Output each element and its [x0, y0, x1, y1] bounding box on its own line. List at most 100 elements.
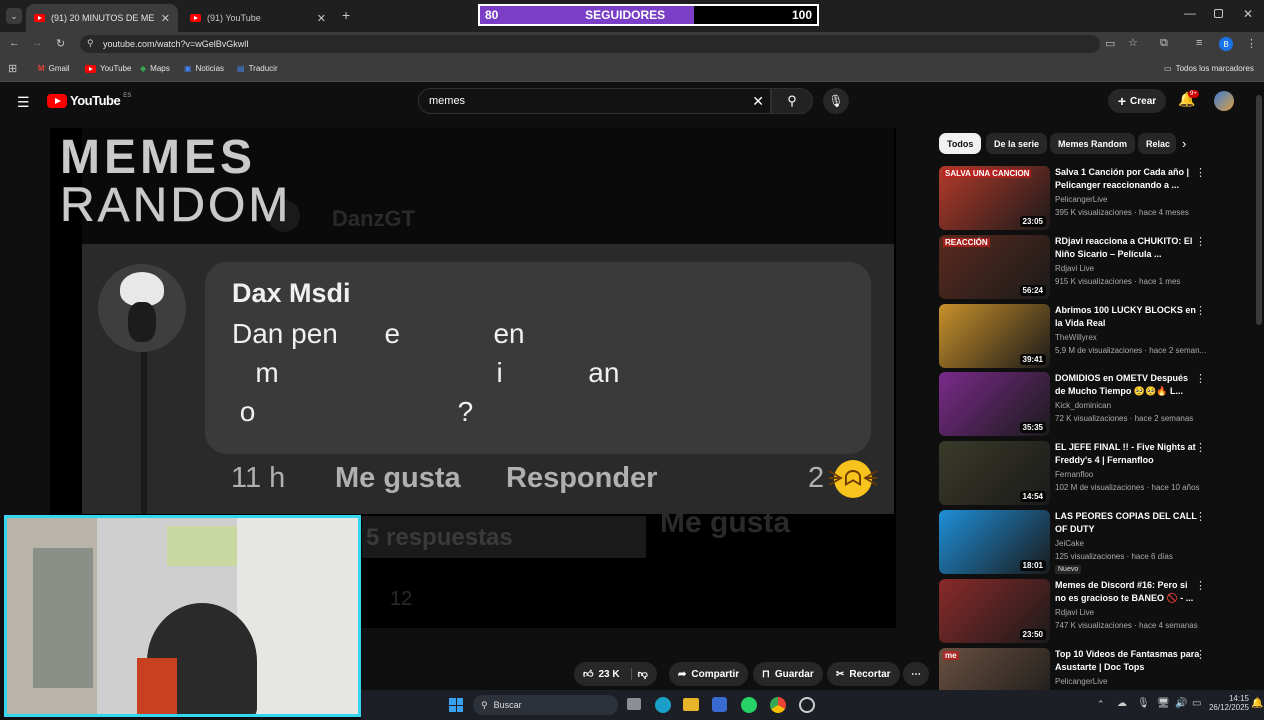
volume-icon[interactable]: 🔊: [1175, 698, 1187, 709]
minimize-icon[interactable]: —: [1184, 6, 1196, 20]
channel-name[interactable]: Fernanfloo: [1055, 470, 1093, 479]
clear-search-icon[interactable]: ✕: [752, 93, 764, 110]
task-view-icon[interactable]: [627, 698, 641, 710]
more-options-icon[interactable]: ⋮: [1195, 235, 1206, 248]
profile-avatar[interactable]: B: [1219, 37, 1233, 51]
voice-search-button[interactable]: 🎙: [823, 88, 849, 114]
chip-relacionados[interactable]: Relac: [1138, 133, 1176, 154]
chip-todos[interactable]: Todos: [939, 133, 982, 154]
account-avatar[interactable]: [1214, 91, 1234, 111]
tray-app-icon[interactable]: ☁: [1117, 698, 1127, 709]
recommended-video[interactable]: 14:54 EL JEFE FINAL !! - Five Nights at F…: [939, 441, 1239, 505]
new-tab-icon[interactable]: +: [342, 7, 350, 23]
chip-memes-random[interactable]: Memes Random: [1050, 133, 1136, 154]
browser-menu-icon[interactable]: ⋮: [1246, 37, 1257, 50]
video-title[interactable]: Salva 1 Canción por Cada año | Pelicange…: [1055, 166, 1200, 192]
close-window-icon[interactable]: ✕: [1243, 7, 1253, 21]
hamburger-menu-icon[interactable]: ☰: [17, 94, 30, 111]
chip-de-la-serie[interactable]: De la serie: [986, 133, 1048, 154]
microphone-icon[interactable]: 🎙: [1137, 698, 1150, 709]
video-thumbnail[interactable]: 23:50: [939, 579, 1050, 643]
taskbar-search[interactable]: ⚲ Buscar: [473, 695, 618, 715]
channel-name[interactable]: Kick_dominican: [1055, 401, 1111, 410]
tab-memes[interactable]: (91) 20 MINUTOS DE MEMES R ✕: [26, 4, 178, 32]
bookmark-youtube[interactable]: YouTube: [85, 64, 131, 73]
apps-grid-icon[interactable]: ⊞: [8, 62, 17, 75]
edge-icon[interactable]: [655, 697, 671, 713]
more-options-icon[interactable]: ⋮: [1195, 441, 1206, 454]
forward-icon[interactable]: →: [32, 37, 43, 49]
create-button[interactable]: + Crear: [1108, 89, 1166, 113]
cast-icon[interactable]: ▭: [1105, 37, 1115, 50]
clock[interactable]: 14:15 26/12/2025: [1207, 694, 1249, 712]
recommended-video[interactable]: 35:35 DOMIDIOS en OMETV Después de Mucho …: [939, 372, 1239, 436]
video-thumbnail[interactable]: 35:35: [939, 372, 1050, 436]
chevron-right-icon[interactable]: ›: [1182, 136, 1186, 151]
video-thumbnail[interactable]: 18:01: [939, 510, 1050, 574]
channel-name[interactable]: JeiCake: [1055, 539, 1084, 548]
whatsapp-icon[interactable]: [741, 697, 757, 713]
more-options-icon[interactable]: ⋮: [1195, 372, 1206, 385]
clip-button[interactable]: ✂ Recortar: [827, 662, 900, 686]
video-title[interactable]: LAS PEORES COPIAS DEL CALL OF DUTY: [1055, 510, 1200, 536]
bookmark-noticias[interactable]: ▣ Noticias: [184, 64, 224, 73]
video-thumbnail[interactable]: REACCIÓN 56:24: [939, 235, 1050, 299]
channel-name[interactable]: Rdjavi Live: [1055, 608, 1094, 617]
network-icon[interactable]: 🖥: [1157, 698, 1170, 709]
video-title[interactable]: Top 10 Videos de Fantasmas para Asustart…: [1055, 648, 1200, 674]
bookmark-star-icon[interactable]: ☆: [1128, 36, 1138, 49]
bookmark-maps[interactable]: ◆ Maps: [140, 64, 170, 73]
video-title[interactable]: RDjavi reacciona a CHUKITO: El Niño Sica…: [1055, 235, 1200, 261]
site-info-icon[interactable]: ⚲: [87, 38, 94, 49]
search-input[interactable]: memes ✕: [418, 88, 771, 114]
search-button[interactable]: ⚲: [771, 88, 813, 114]
close-tab-icon[interactable]: ✕: [161, 12, 170, 25]
share-button[interactable]: ➦ Compartir: [669, 662, 749, 686]
save-button[interactable]: ⊓ Guardar: [753, 662, 823, 686]
extensions-icon[interactable]: ⧉: [1160, 37, 1168, 50]
windows-start-icon[interactable]: [449, 698, 463, 712]
thumbs-down-icon[interactable]: 👎︎: [630, 668, 648, 680]
video-thumbnail[interactable]: 14:54: [939, 441, 1050, 505]
tray-chevron-icon[interactable]: ⌃: [1097, 699, 1105, 710]
video-thumbnail[interactable]: SALVA UNA CANCION 23:05: [939, 166, 1050, 230]
channel-name[interactable]: PelicangerLive: [1055, 677, 1107, 686]
all-bookmarks[interactable]: ▭ Todos los marcadores: [1164, 64, 1254, 73]
notification-center-icon[interactable]: 🔔: [1251, 698, 1263, 709]
reading-list-icon[interactable]: ≡: [1196, 37, 1202, 49]
more-actions-button[interactable]: ⋯: [903, 662, 929, 686]
more-options-icon[interactable]: ⋮: [1195, 304, 1206, 317]
recommended-video[interactable]: SALVA UNA CANCION 23:05 Salva 1 Canción po…: [939, 166, 1239, 230]
tab-youtube[interactable]: (91) YouTube ✕: [182, 4, 334, 32]
back-icon[interactable]: ←: [9, 37, 20, 49]
bookmark-traducir[interactable]: ▤ Traducir: [237, 64, 278, 73]
video-title[interactable]: EL JEFE FINAL !! - Five Nights at Freddy…: [1055, 441, 1200, 467]
channel-name[interactable]: Rdjavi Live: [1055, 264, 1094, 273]
channel-name[interactable]: PelicangerLive: [1055, 195, 1107, 204]
bookmark-gmail[interactable]: M Gmail: [38, 64, 70, 73]
video-title[interactable]: Memes de Discord #16: Pero si no es grac…: [1055, 579, 1200, 605]
recommended-video[interactable]: 23:50 Memes de Discord #16: Pero si no es…: [939, 579, 1239, 643]
youtube-logo[interactable]: YouTube ES: [47, 93, 131, 108]
chrome-icon[interactable]: [770, 697, 786, 713]
obs-icon[interactable]: [799, 697, 815, 713]
page-scrollbar[interactable]: [1256, 95, 1262, 325]
recommended-video[interactable]: REACCIÓN 56:24 RDjavi reacciona a CHUKITO:…: [939, 235, 1239, 299]
video-thumbnail[interactable]: 39:41: [939, 304, 1050, 368]
tab-search-icon[interactable]: ⌄: [6, 8, 22, 24]
more-options-icon[interactable]: ⋮: [1195, 510, 1206, 523]
battery-icon[interactable]: ▭: [1192, 698, 1201, 709]
recommended-video[interactable]: 18:01 LAS PEORES COPIAS DEL CALL OF DUTY J…: [939, 510, 1239, 574]
more-options-icon[interactable]: ⋮: [1195, 579, 1206, 592]
video-title[interactable]: DOMIDIOS en OMETV Después de Mucho Tiemp…: [1055, 372, 1200, 398]
file-explorer-icon[interactable]: [683, 698, 699, 711]
channel-name[interactable]: TheWillyrex: [1055, 333, 1097, 342]
store-icon[interactable]: [712, 697, 727, 712]
video-title[interactable]: Abrimos 100 LUCKY BLOCKS en la Vida Real: [1055, 304, 1200, 330]
url-field[interactable]: ⚲ youtube.com/watch?v=wGelBvGkwlI: [80, 35, 1100, 53]
close-tab-icon[interactable]: ✕: [317, 12, 326, 25]
more-options-icon[interactable]: ⋮: [1195, 166, 1206, 179]
more-options-icon[interactable]: ⋮: [1195, 648, 1206, 661]
like-button[interactable]: 👍︎ 23 K 👎︎: [574, 662, 657, 686]
reload-icon[interactable]: ↻: [56, 37, 65, 50]
